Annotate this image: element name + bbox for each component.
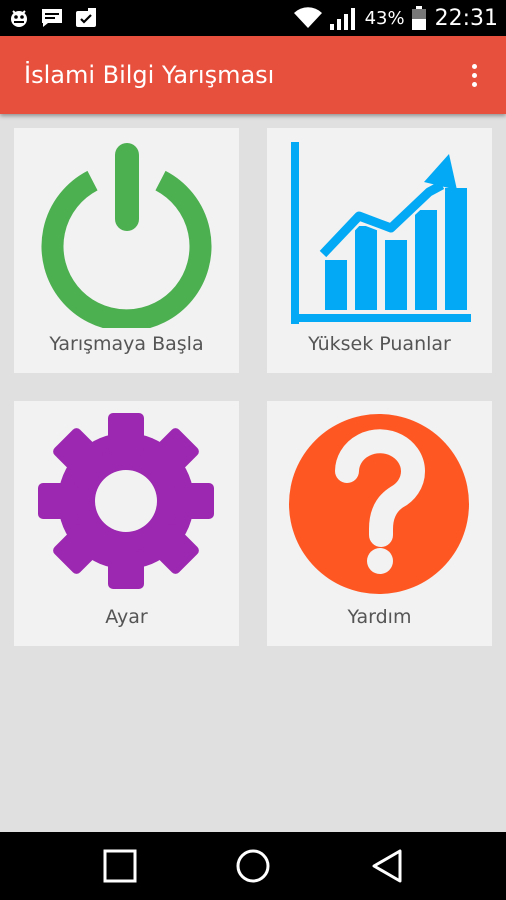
- navigation-bar: [0, 832, 506, 900]
- status-bar: 43% 22:31: [0, 0, 506, 36]
- power-icon: [14, 128, 239, 332]
- wifi-icon: [293, 6, 323, 30]
- settings-label: Ayar: [105, 606, 148, 628]
- checklist-notification-icon: [74, 7, 98, 29]
- question-icon: [267, 401, 492, 601]
- menu-dot: [471, 72, 477, 78]
- help-label: Yardım: [347, 606, 412, 628]
- app-bar: İslami Bilgi Yarışması: [0, 36, 506, 114]
- menu-dot: [471, 63, 477, 69]
- signal-icon: [329, 5, 359, 31]
- home-icon[interactable]: [233, 846, 273, 886]
- app-title: İslami Bilgi Yarışması: [24, 61, 275, 89]
- bar-chart-icon: [267, 128, 492, 328]
- message-icon: [40, 7, 64, 29]
- start-quiz-tile[interactable]: Yarışmaya Başla: [14, 128, 239, 373]
- overflow-menu-button[interactable]: [456, 57, 492, 93]
- help-tile[interactable]: Yardım: [267, 401, 492, 646]
- high-scores-label: Yüksek Puanlar: [308, 333, 451, 355]
- gear-icon: [14, 401, 239, 601]
- battery-percent: 43%: [364, 7, 405, 29]
- menu-dot: [471, 81, 477, 87]
- high-scores-tile[interactable]: Yüksek Puanlar: [267, 128, 492, 373]
- settings-tile[interactable]: Ayar: [14, 401, 239, 646]
- clock: 22:31: [434, 5, 498, 31]
- android-debug-icon: [8, 7, 30, 29]
- recent-apps-icon[interactable]: [100, 846, 140, 886]
- notification-icons: [8, 0, 98, 36]
- battery-icon: [411, 5, 427, 31]
- back-icon[interactable]: [366, 846, 406, 886]
- main-grid: Yarışmaya Başla Yüksek Puanlar Ayar Yard…: [0, 114, 506, 832]
- start-quiz-label: Yarışmaya Başla: [49, 333, 204, 355]
